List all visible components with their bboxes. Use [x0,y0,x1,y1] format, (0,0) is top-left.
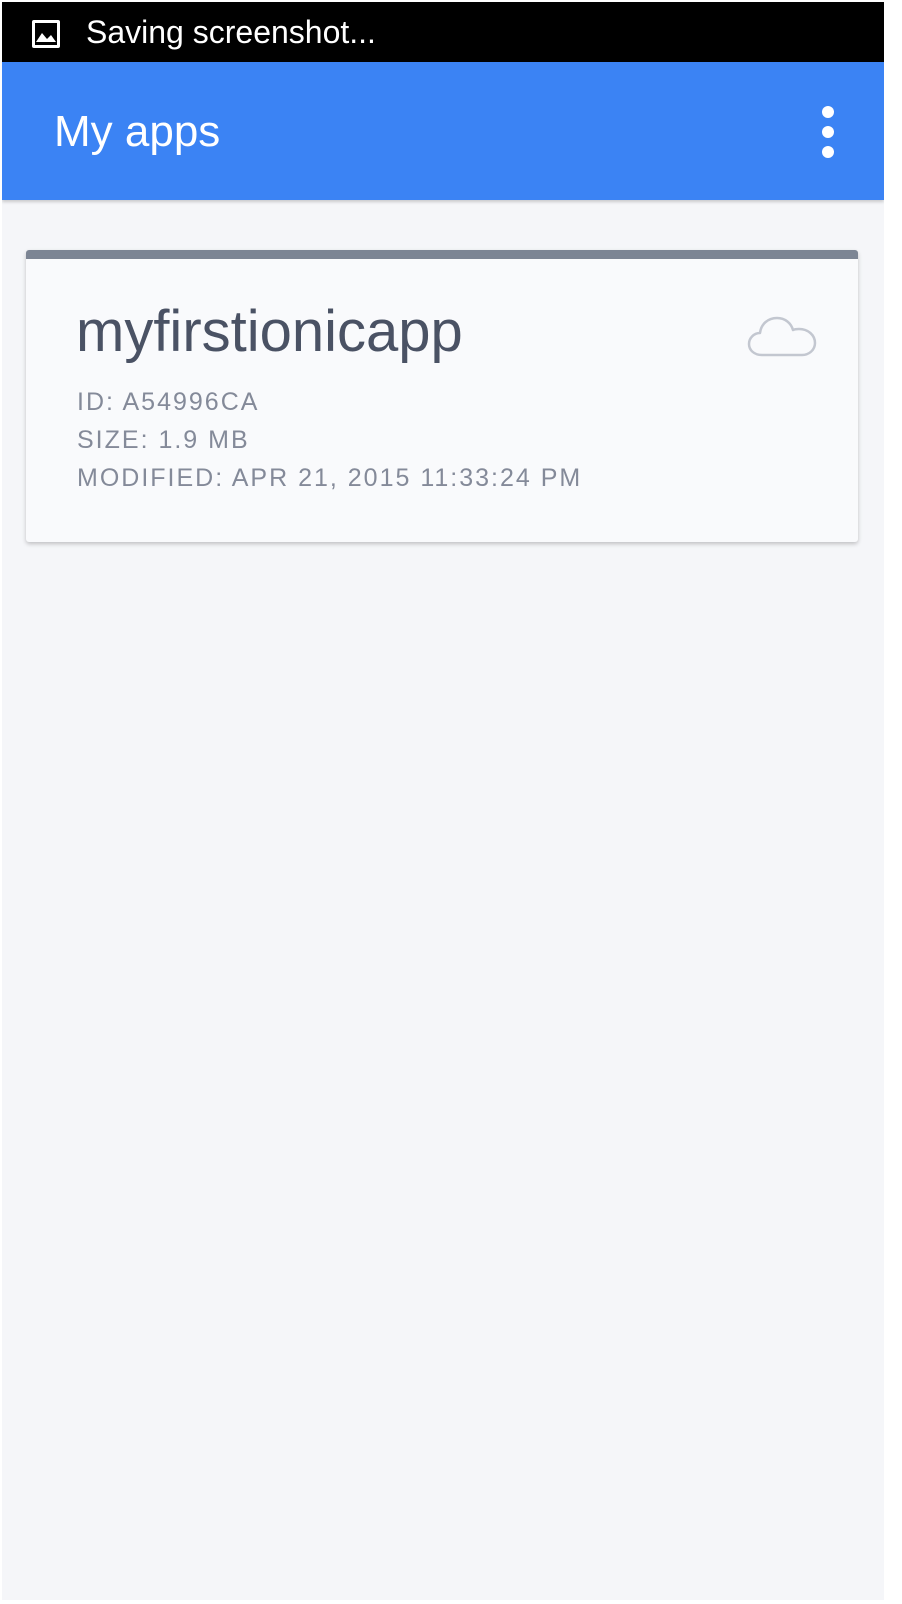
app-size: SIZE: 1.9 MB [77,426,250,454]
more-vert-icon-dot [822,146,834,158]
image-icon [32,20,60,48]
page-title: My apps [54,107,221,156]
more-vert-icon [822,106,834,118]
app-name: myfirstionicapp [76,299,463,364]
status-bar: Saving screenshot... [2,2,884,62]
app-modified-date: MODIFIED: APR 21, 2015 11:33:24 PM [77,464,583,492]
more-options-button[interactable] [810,102,846,162]
app-bar: My apps [2,62,884,200]
app-card[interactable]: myfirstionicapp ID: A54996CA SIZE: 1.9 M… [26,250,858,542]
status-text: Saving screenshot... [86,14,376,50]
screen: Saving screenshot... My apps myfirstioni… [2,2,884,1600]
more-vert-icon-dot [822,126,834,138]
cloud-icon [747,316,817,357]
app-id: ID: A54996CA [77,388,260,416]
